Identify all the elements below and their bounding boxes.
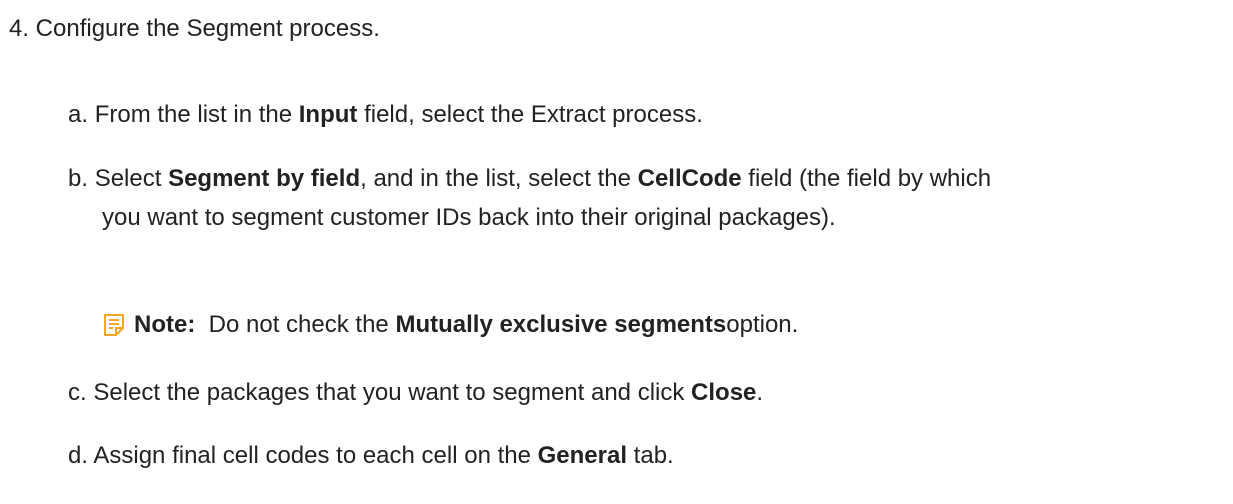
text: tab. — [627, 442, 674, 469]
substep-a: a. From the list in the Input field, sel… — [68, 95, 1218, 134]
text: Do not check the — [208, 311, 389, 338]
substep-marker: d. — [68, 442, 89, 469]
text: From the list in the — [94, 101, 299, 128]
text: option. — [726, 311, 799, 338]
substep-marker: b. — [68, 165, 89, 192]
note: Note: Do not check the Mutually exclusiv… — [102, 308, 798, 342]
text: . — [756, 379, 764, 406]
ui-term-segment-by-field: Segment by field — [168, 165, 361, 192]
ui-term-close: Close — [691, 379, 757, 406]
step-title: 4. Configure the Segment process. — [9, 15, 380, 42]
ui-term-general: General — [537, 442, 628, 469]
note-label: Note: — [134, 311, 196, 338]
substep-c: c. Select the packages that you want to … — [68, 373, 1218, 412]
text: , and in the list, select the — [360, 165, 638, 192]
text: Select the packages that you want to seg… — [93, 379, 692, 406]
note-icon — [104, 314, 124, 336]
text: Assign final cell codes to each cell on … — [93, 442, 538, 469]
substep-marker: a. — [68, 101, 89, 128]
substep-marker: c. — [68, 379, 87, 406]
ui-term-input: Input — [298, 101, 358, 128]
text: field (the field by which — [741, 165, 992, 192]
substep-d: d. Assign final cell codes to each cell … — [68, 436, 1218, 475]
text: you want to segment customer IDs back in… — [102, 204, 836, 231]
text: Select — [94, 165, 169, 192]
ui-term-cellcode: CellCode — [637, 165, 742, 192]
ui-term-mutually-exclusive-segments: Mutually exclusive segments — [395, 311, 727, 338]
substep-b: b. Select Segment by field, and in the l… — [68, 159, 1218, 237]
text: field, select the Extract process. — [357, 101, 703, 128]
